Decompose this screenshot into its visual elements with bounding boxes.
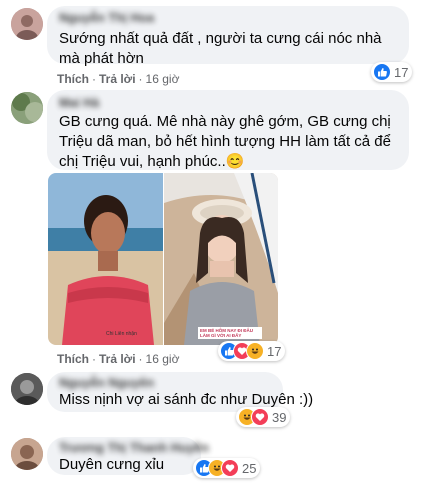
reply-link[interactable]: Trả lời [99,72,136,86]
photo-left-caption: Chi Liên nhận [106,331,137,337]
comment-text: Duyên cưng xỉu [59,456,165,473]
reaction-summary[interactable]: 25 [193,458,261,478]
photo-right-image [164,173,278,345]
attached-photo-right[interactable]: EM BÉ HÔM NAY ĐI ĐÂU LÀM GÌ VỚI AI ĐẤY [164,173,278,345]
love-reaction-icon [251,408,269,426]
reply-link[interactable]: Trả lời [99,352,136,366]
comment-bubble: Nguyễn Thị Hoa Sướng nhất quả đất , ngườ… [47,6,409,67]
comment-bubble: Trương Thị Thanh Huyền Duyên cưng xỉu [47,437,209,475]
photo-right-caption: EM BÉ HÔM NAY ĐI ĐÂU LÀM GÌ VỚI AI ĐẤY [198,327,262,339]
love-reaction-icon [221,459,239,477]
avatar[interactable] [11,8,43,40]
like-link[interactable]: Thích [57,72,89,86]
comment-actions: Thích · Trả lời · 16 giờ [57,72,180,86]
reaction-count: 17 [267,343,282,359]
comment-time[interactable]: 16 giờ [146,352,180,366]
comment-author[interactable]: Nguyễn Thị Hoa [59,11,154,25]
comment-text: Sướng nhất quả đất , người ta cưng cái n… [59,30,382,67]
comment-text: GB cưng quá. Mê nhà này ghê gớm, GB cưng… [59,113,391,170]
comment-actions: Thích · Trả lời · 16 giờ [57,352,180,366]
photo-left-image [48,173,163,345]
avatar-image [11,373,43,405]
comment-time[interactable]: 16 giờ [146,72,180,86]
avatar-image [11,92,43,124]
comment-author[interactable]: Nguyễn Nguyên [59,376,154,390]
reaction-count: 39 [272,409,287,425]
avatar[interactable] [11,92,43,124]
comment-bubble: Mai Hà GB cưng quá. Mê nhà này ghê gớm, … [47,90,409,170]
reaction-summary[interactable]: 17 [218,341,286,361]
avatar[interactable] [11,373,43,405]
attached-photo-left[interactable]: Chi Liên nhận [48,173,163,345]
avatar-image [11,8,43,40]
comment-bubble: Nguyễn Nguyên Miss nịnh vợ ai sánh đc nh… [47,372,313,412]
reaction-summary[interactable]: 17 [371,62,413,82]
avatar[interactable] [11,438,43,470]
reaction-summary[interactable]: 39 [236,407,291,427]
like-reaction-icon [373,63,391,81]
haha-reaction-icon [246,342,264,360]
reaction-count: 17 [394,64,409,80]
comment-author[interactable]: Trương Thị Thanh Huyền [59,441,209,455]
like-link[interactable]: Thích [57,352,89,366]
reaction-count: 25 [242,460,257,476]
avatar-image [11,438,43,470]
comment-author[interactable]: Mai Hà [59,96,99,110]
